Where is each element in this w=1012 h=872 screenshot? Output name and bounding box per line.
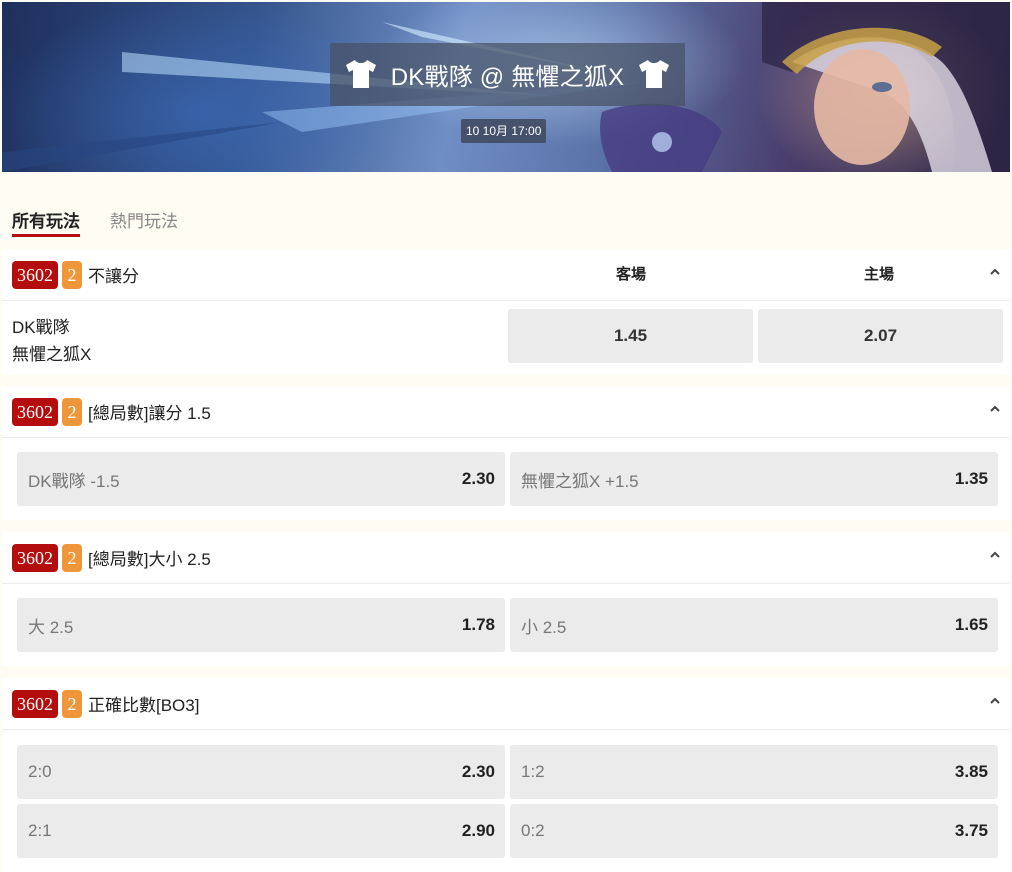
sport-code-badge: 3602: [12, 397, 58, 426]
market-handicap: 3602 2 [總局數]讓分 1.5 DK戰隊 -1.5 2.30 無懼之狐X …: [2, 386, 1010, 520]
bet-option[interactable]: 大 2.5 1.78: [17, 598, 505, 652]
market-title: 不讓分: [88, 267, 139, 286]
bet-odds: 2.30: [461, 762, 495, 781]
market-title: [總局數]讓分 1.5: [88, 404, 211, 423]
count-badge: 2: [62, 543, 82, 572]
bet-odds: 1.65: [954, 615, 988, 634]
bet-odds: 3.85: [954, 762, 988, 781]
bet-odds: 3.75: [954, 821, 988, 840]
bet-label: 0:2: [521, 821, 545, 840]
market-header[interactable]: 3602 2 [總局數]讓分 1.5: [2, 386, 1010, 438]
odds-button-home[interactable]: 2.07: [758, 309, 1003, 363]
bet-label: 無懼之狐X +1.5: [521, 471, 639, 491]
bet-option[interactable]: 0:2 3.75: [510, 804, 998, 858]
collapse-caret-icon[interactable]: [990, 550, 1000, 560]
bet-option[interactable]: 2:0 2.30: [17, 745, 505, 799]
match-banner: DK戰隊 @ 無懼之狐X 10 10月 17:00: [2, 2, 1010, 172]
collapse-caret-icon[interactable]: [990, 267, 1000, 277]
odds-button-away[interactable]: 1.45: [508, 309, 753, 363]
market-header[interactable]: 3602 2 不讓分 客場 主場: [2, 249, 1010, 301]
count-badge: 2: [62, 397, 82, 426]
bet-odds: 1.78: [461, 615, 495, 634]
match-title-box: DK戰隊 @ 無懼之狐X: [330, 43, 685, 106]
column-away-label: 客場: [616, 266, 647, 283]
market-title: [總局數]大小 2.5: [88, 550, 211, 569]
bet-option[interactable]: 2:1 2.90: [17, 804, 505, 858]
team-names: DK戰隊 無懼之狐X: [12, 314, 91, 368]
market-total: 3602 2 [總局數]大小 2.5 大 2.5 1.78 小 2.5 1.65: [2, 532, 1010, 666]
count-badge: 2: [62, 260, 82, 289]
team-b-name: 無懼之狐X: [12, 345, 92, 364]
bet-odds: 2.30: [461, 469, 495, 488]
bet-label: 1:2: [521, 762, 545, 781]
team-a-name: DK戰隊: [12, 318, 70, 337]
bet-odds: 1.35: [954, 469, 988, 488]
sport-code-badge: 3602: [12, 543, 58, 572]
count-badge: 2: [62, 689, 82, 718]
tab-all-markets[interactable]: 所有玩法: [12, 207, 80, 239]
teams-row: DK戰隊 無懼之狐X 1.45 2.07: [2, 301, 1010, 375]
column-home-label: 主場: [864, 266, 895, 283]
bet-label: 2:0: [28, 762, 52, 781]
market-title: 正確比數[BO3]: [88, 696, 200, 715]
match-title: DK戰隊 @ 無懼之狐X: [390, 64, 625, 91]
sport-code-badge: 3602: [12, 689, 58, 718]
bet-option[interactable]: 無懼之狐X +1.5 1.35: [510, 452, 998, 506]
market-tabs: 所有玩法 熱門玩法: [12, 207, 208, 239]
collapse-caret-icon[interactable]: [990, 696, 1000, 706]
bet-label: 大 2.5: [28, 617, 74, 637]
sport-code-badge: 3602: [12, 260, 58, 289]
market-correct-score: 3602 2 正確比數[BO3] 2:0 2.30 1:2 3.85 2:1 2…: [2, 678, 1010, 872]
bet-odds: 2.90: [461, 821, 495, 840]
collapse-caret-icon[interactable]: [990, 404, 1000, 414]
bet-label: 2:1: [28, 821, 52, 840]
market-moneyline: 3602 2 不讓分 客場 主場 DK戰隊 無懼之狐X 1.45 2.07: [2, 249, 1010, 375]
bet-option[interactable]: 1:2 3.85: [510, 745, 998, 799]
bet-label: 小 2.5: [521, 617, 567, 637]
bet-option[interactable]: DK戰隊 -1.5 2.30: [17, 452, 505, 506]
tab-popular-markets[interactable]: 熱門玩法: [110, 207, 178, 239]
home-tshirt-icon: [346, 60, 376, 88]
match-datetime: 10 10月 17:00: [461, 119, 547, 143]
away-tshirt-icon: [639, 60, 669, 88]
market-header[interactable]: 3602 2 正確比數[BO3]: [2, 678, 1010, 730]
bet-option[interactable]: 小 2.5 1.65: [510, 598, 998, 652]
market-header[interactable]: 3602 2 [總局數]大小 2.5: [2, 532, 1010, 584]
bet-label: DK戰隊 -1.5: [28, 471, 120, 491]
